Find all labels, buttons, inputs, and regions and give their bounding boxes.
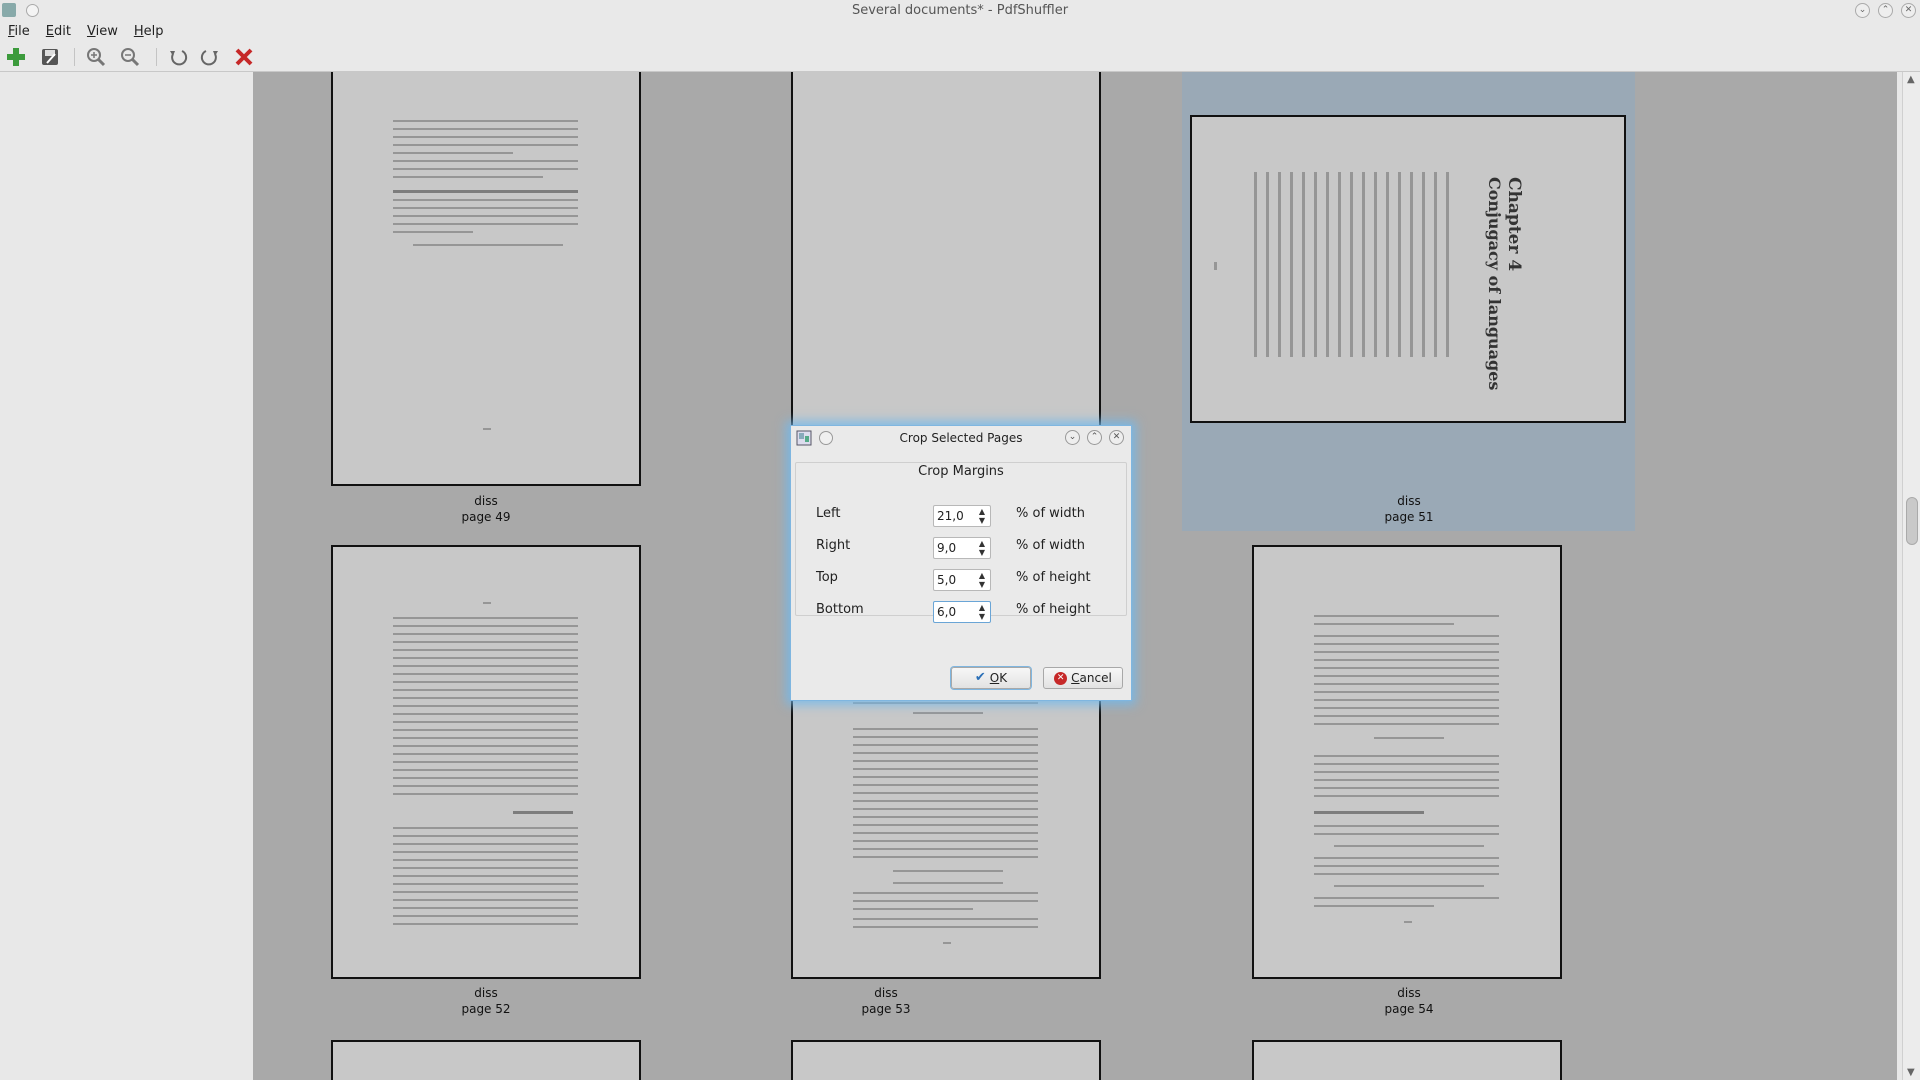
menu-edit[interactable]: Edit: [38, 22, 79, 42]
top-unit: % of height: [1016, 570, 1091, 585]
scroll-up-icon[interactable]: ▲: [1907, 74, 1915, 85]
minimize-icon[interactable]: ⌄: [1855, 3, 1870, 18]
menu-help[interactable]: Help: [126, 22, 172, 42]
left-unit: % of width: [1016, 506, 1085, 521]
spin-arrows-icon[interactable]: ▲ ▼: [976, 571, 988, 589]
page-label: diss page 49: [461, 494, 511, 524]
scroll-down-icon[interactable]: ▼: [1907, 1067, 1915, 1078]
page-thumbnail[interactable]: Chapter 4 Conjugacy of languages: [1190, 115, 1626, 423]
spin-arrows-icon[interactable]: ▲ ▼: [976, 507, 988, 525]
left-label: Left: [816, 506, 841, 521]
crop-dialog: Crop Selected Pages ⌄ ⌃ ✕ Crop Margins L…: [790, 425, 1132, 701]
vertical-scrollbar[interactable]: ▲ ▼: [1902, 72, 1920, 1080]
toolbar-separator: [74, 48, 75, 66]
maximize-icon[interactable]: ⌃: [1878, 3, 1893, 18]
window-titlebar: Several documents* - PdfShuffler ⌄ ⌃ ✕: [0, 0, 1920, 22]
chapter-heading: Conjugacy of languages: [1485, 177, 1504, 391]
toolbar: [0, 42, 1920, 72]
menu-file[interactable]: File: [0, 22, 38, 42]
app-icon: [795, 429, 813, 447]
delete-icon[interactable]: [232, 46, 256, 68]
page-thumbnail[interactable]: [331, 545, 641, 979]
top-label: Top: [816, 570, 838, 585]
bottom-label: Bottom: [816, 602, 864, 617]
dialog-title: Crop Selected Pages: [899, 431, 1023, 445]
ok-button[interactable]: ✔ OK: [951, 667, 1031, 689]
spin-arrows-icon[interactable]: ▲ ▼: [976, 539, 988, 557]
bottom-spinbox[interactable]: 6,0 ▲ ▼: [933, 601, 991, 623]
page-label: diss page 52: [461, 986, 511, 1016]
scrollbar-thumb[interactable]: [1906, 497, 1918, 545]
window-pin-icon[interactable]: [26, 4, 39, 17]
toolbar-separator: [156, 48, 157, 66]
cancel-button[interactable]: ✕ Cancel: [1043, 667, 1123, 689]
page-label: diss page 54: [1384, 986, 1434, 1016]
frame-title: Crop Margins: [918, 464, 1004, 479]
close-icon[interactable]: ✕: [1901, 3, 1916, 18]
minimize-icon[interactable]: ⌄: [1065, 430, 1080, 445]
right-unit: % of width: [1016, 538, 1085, 553]
page-thumbnail[interactable]: [791, 72, 1101, 432]
page-thumbnail[interactable]: [1252, 1040, 1562, 1080]
checkmark-icon: ✔: [974, 670, 986, 685]
right-label: Right: [816, 538, 851, 553]
page-thumbnail[interactable]: [791, 692, 1101, 979]
right-spinbox[interactable]: 9,0 ▲ ▼: [933, 537, 991, 559]
spin-arrows-icon[interactable]: ▲ ▼: [976, 603, 988, 621]
page-thumbnail[interactable]: [1252, 545, 1562, 979]
chapter-label: Chapter 4: [1504, 177, 1524, 272]
export-icon[interactable]: [38, 46, 62, 68]
window-title: Several documents* - PdfShuffler: [851, 3, 1069, 18]
page-thumbnail[interactable]: [331, 72, 641, 486]
top-spinbox[interactable]: 5,0 ▲ ▼: [933, 569, 991, 591]
rotate-left-icon[interactable]: [166, 46, 190, 68]
page-thumbnail[interactable]: [791, 1040, 1101, 1080]
left-spinbox[interactable]: 21,0 ▲ ▼: [933, 505, 991, 527]
app-icon: [2, 3, 16, 17]
add-icon[interactable]: [4, 46, 28, 68]
bottom-unit: % of height: [1016, 602, 1091, 617]
page-label: diss page 53: [861, 986, 911, 1016]
pin-icon[interactable]: [819, 431, 833, 445]
zoom-out-icon[interactable]: [118, 46, 142, 68]
menu-view[interactable]: View: [79, 22, 126, 42]
zoom-in-icon[interactable]: [84, 46, 108, 68]
menu-bar: File Edit View Help: [0, 22, 1920, 42]
cancel-icon: ✕: [1054, 671, 1068, 685]
page-thumbnail[interactable]: [331, 1040, 641, 1080]
page-label: diss page 51: [1384, 494, 1434, 524]
rotate-right-icon[interactable]: [198, 46, 222, 68]
maximize-icon[interactable]: ⌃: [1087, 430, 1102, 445]
close-icon[interactable]: ✕: [1109, 430, 1124, 445]
